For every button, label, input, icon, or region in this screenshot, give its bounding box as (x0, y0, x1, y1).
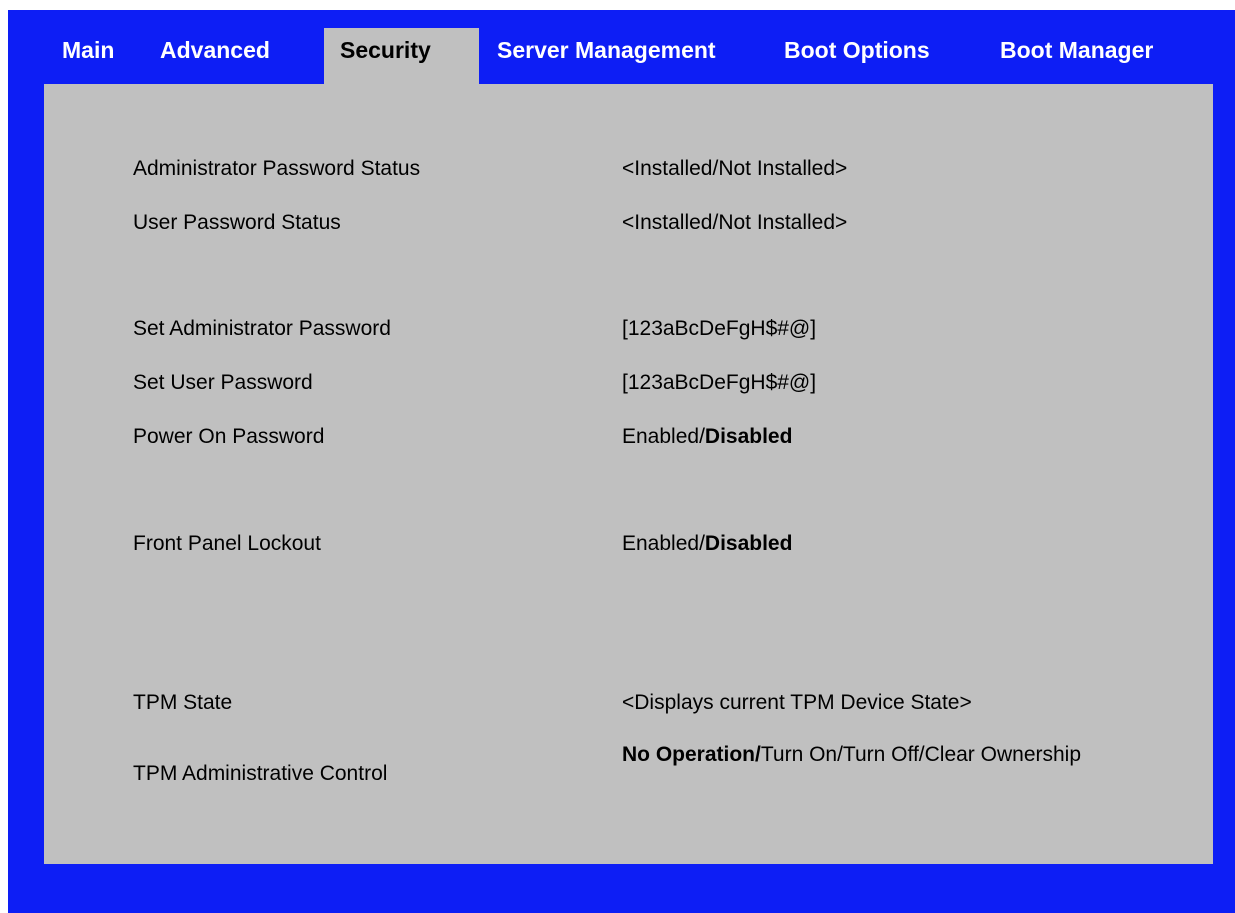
default-option-text: No Operation/ (622, 743, 761, 766)
admin-password-status-label: Administrator Password Status (133, 157, 421, 180)
tpm-admin-control-option[interactable]: No Operation/Turn On/Turn Off/Clear Owne… (622, 738, 1092, 772)
front-panel-lockout-option[interactable]: Enabled/Disabled (622, 532, 792, 556)
tab-boot-options[interactable]: Boot Options (784, 37, 930, 63)
default-option-text: Disabled (704, 425, 793, 448)
set-user-password-field[interactable]: [123aBcDeFgH$#@] (622, 371, 816, 395)
set-admin-password-label[interactable]: Set Administrator Password (133, 317, 391, 341)
user-password-status-label: User Password Status (133, 211, 341, 234)
tpm-state-label: TPM State (133, 691, 233, 714)
option-text: Enabled/ (622, 532, 705, 555)
set-user-password-label[interactable]: Set User Password (133, 371, 313, 395)
user-password-status-value: <Installed/Not Installed> (622, 211, 848, 234)
tab-server-management[interactable]: Server Management (497, 37, 716, 63)
set-admin-password-field[interactable]: [123aBcDeFgH$#@] (622, 317, 816, 341)
tpm-admin-control-label[interactable]: TPM Administrative Control (133, 762, 387, 786)
power-on-password-label[interactable]: Power On Password (133, 425, 324, 449)
default-option-text: Disabled (704, 532, 793, 555)
option-text: Turn On/Turn Off/Clear Ownership (760, 743, 1082, 766)
front-panel-lockout-label[interactable]: Front Panel Lockout (133, 532, 321, 556)
tab-security[interactable]: Security (340, 37, 431, 63)
tab-boot-manager[interactable]: Boot Manager (1000, 37, 1153, 63)
option-text: Enabled/ (622, 425, 705, 448)
tab-main[interactable]: Main (62, 37, 114, 63)
power-on-password-option[interactable]: Enabled/Disabled (622, 425, 792, 449)
tab-advanced[interactable]: Advanced (160, 37, 270, 63)
tpm-state-value: <Displays current TPM Device State> (622, 691, 972, 714)
admin-password-status-value: <Installed/Not Installed> (622, 157, 848, 180)
